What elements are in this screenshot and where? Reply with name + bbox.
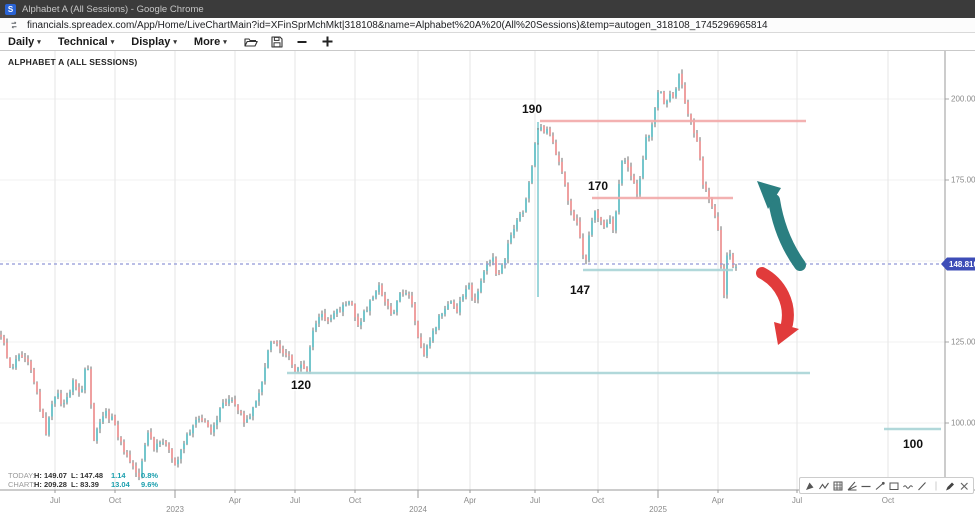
chart-stats-row: CHART:H: 209.28L: 83.3913.049.6% — [8, 480, 158, 489]
menu-technical-label: Technical — [58, 36, 108, 48]
spreadex-favicon: S — [5, 4, 16, 15]
chevron-down-icon: ▾ — [37, 38, 41, 46]
x-year-label: 2023 — [166, 505, 184, 514]
wave-icon — [903, 481, 913, 491]
line-icon — [917, 481, 927, 491]
instrument-title: ALPHABET A (ALL SESSIONS) — [8, 57, 137, 67]
y-tick-label: 175.00 — [951, 176, 975, 185]
x-month-label: Oct — [349, 496, 362, 505]
chart-canvas[interactable]: 200.00175.00150.00125.00100.00JulOct2023… — [0, 0, 975, 521]
hline-icon — [861, 481, 871, 491]
menu-daily-label: Daily — [8, 36, 34, 48]
pointer-icon — [805, 481, 815, 491]
divider-icon — [931, 481, 941, 491]
x-month-label: Apr — [229, 496, 242, 505]
menu-display[interactable]: Display ▾ — [131, 36, 177, 48]
chart-change: 13.04 — [111, 480, 141, 489]
tool-hline[interactable] — [860, 480, 871, 491]
site-info-icon[interactable] — [9, 20, 19, 30]
x-year-label: 2025 — [649, 505, 667, 514]
today-change: 1.14 — [111, 471, 141, 480]
rect-icon — [889, 481, 899, 491]
level-label-170: 170 — [588, 179, 608, 193]
menu-more[interactable]: More ▾ — [194, 36, 227, 48]
tool-pointer[interactable] — [804, 480, 815, 491]
zoom-in-button[interactable] — [321, 35, 334, 48]
chart-label: CHART: — [8, 480, 34, 489]
chart-toolbar: Daily ▾ Technical ▾ Display ▾ More ▾ — [0, 33, 975, 51]
url-bar[interactable]: financials.spreadex.com/App/Home/LiveCha… — [0, 18, 975, 33]
drawing-toolbar — [799, 477, 974, 494]
y-tick-label: 125.00 — [951, 338, 975, 347]
trendline-icon — [875, 481, 885, 491]
chevron-down-icon: ▾ — [111, 38, 115, 46]
today-high: H: 149.07 — [34, 471, 71, 480]
save-chart-button[interactable] — [271, 36, 283, 48]
y-tick-label: 100.00 — [951, 419, 975, 428]
bounce-up-arrow[interactable] — [774, 200, 800, 265]
toolbar-divider — [930, 480, 941, 491]
chart-change-pct: 9.6% — [141, 480, 158, 489]
open-folder-icon — [244, 36, 258, 48]
x-month-label: Jul — [792, 496, 802, 505]
chart-high: H: 209.28 — [34, 480, 71, 489]
price-stats: TODAY:H: 149.07L: 147.481.140.8% CHART:H… — [8, 471, 158, 489]
menu-daily[interactable]: Daily ▾ — [8, 36, 41, 48]
tool-pen[interactable] — [944, 480, 955, 491]
x-month-label: Oct — [109, 496, 122, 505]
break-down-arrow[interactable] — [762, 273, 788, 324]
browser-titlebar: S Alphabet A (All Sessions) - Google Chr… — [0, 0, 975, 18]
x-month-label: Jul — [530, 496, 540, 505]
tool-line[interactable] — [916, 480, 927, 491]
tool-rect[interactable] — [888, 480, 899, 491]
level-label-100: 100 — [903, 437, 923, 451]
browser-window: { "browser": { "title": "Alphabet A (All… — [0, 0, 975, 521]
url-text[interactable]: financials.spreadex.com/App/Home/LiveCha… — [27, 20, 768, 31]
x-month-label: Apr — [464, 496, 477, 505]
window-title: Alphabet A (All Sessions) - Google Chrom… — [22, 4, 204, 15]
menu-technical[interactable]: Technical ▾ — [58, 36, 114, 48]
tool-close[interactable] — [958, 480, 969, 491]
menu-display-label: Display — [131, 36, 170, 48]
fan-icon — [847, 481, 857, 491]
chart-low: L: 83.39 — [71, 480, 111, 489]
today-stats-row: TODAY:H: 149.07L: 147.481.140.8% — [8, 471, 158, 480]
tool-fan[interactable] — [846, 480, 857, 491]
tool-wave[interactable] — [902, 480, 913, 491]
minus-icon — [296, 36, 308, 48]
zoom-out-button[interactable] — [296, 36, 308, 48]
tool-polyline[interactable] — [818, 480, 829, 491]
y-tick-label: 200.00 — [951, 95, 975, 104]
grid-icon — [833, 481, 843, 491]
x-month-label: Jul — [290, 496, 300, 505]
floppy-save-icon — [271, 36, 283, 48]
polyline-icon — [819, 481, 829, 491]
pen-icon — [945, 481, 955, 491]
x-month-label: Jul — [50, 496, 60, 505]
x-month-label: Oct — [592, 496, 605, 505]
menu-more-label: More — [194, 36, 220, 48]
tool-grid[interactable] — [832, 480, 843, 491]
plus-icon — [321, 35, 334, 48]
x-year-label: 2024 — [409, 505, 427, 514]
level-label-120: 120 — [291, 378, 311, 392]
tool-trendline[interactable] — [874, 480, 885, 491]
today-label: TODAY: — [8, 471, 34, 480]
level-label-147: 147 — [570, 283, 590, 297]
x-month-label: Oct — [882, 496, 895, 505]
chevron-down-icon: ▾ — [173, 38, 177, 46]
price-tag-value: 148.810 — [949, 260, 975, 269]
x-month-label: Apr — [712, 496, 725, 505]
candlestick-series — [0, 69, 737, 480]
level-label-190: 190 — [522, 102, 542, 116]
today-low: L: 147.48 — [71, 471, 111, 480]
close-icon — [959, 481, 969, 491]
today-change-pct: 0.8% — [141, 471, 158, 480]
chevron-down-icon: ▾ — [223, 38, 227, 46]
open-chart-button[interactable] — [244, 36, 258, 48]
